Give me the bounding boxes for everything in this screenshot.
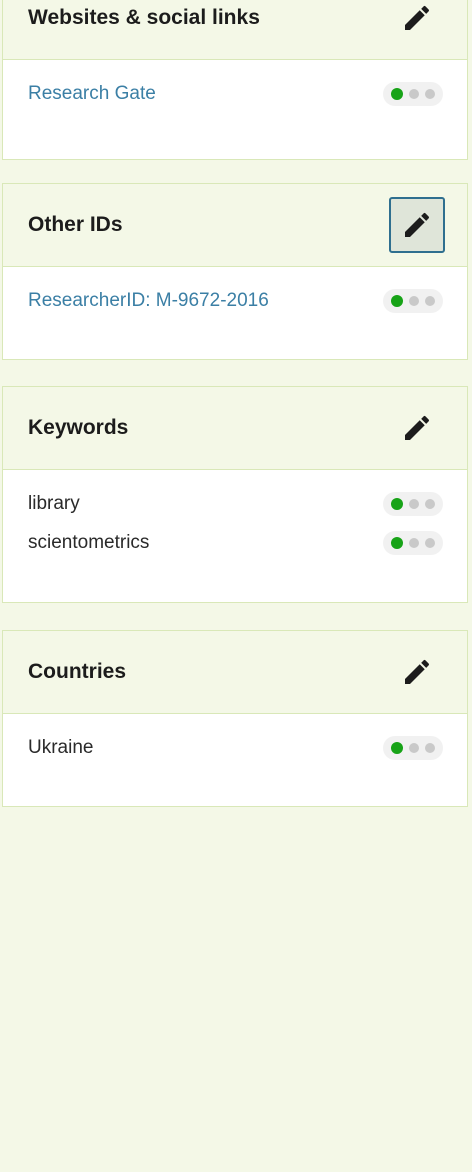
other-ids-panel-header: Other IDs (3, 184, 467, 267)
countries-panel-header: Countries (3, 631, 467, 714)
visibility-private-dot (425, 88, 435, 99)
visibility-public-dot (391, 87, 403, 100)
keywords-panel-header: Keywords (3, 387, 467, 470)
pencil-icon (405, 212, 430, 237)
keywords-panel: Keywords library scientometrics (2, 386, 468, 603)
list-item: scientometrics (28, 523, 443, 562)
edit-websites-button[interactable] (389, 0, 445, 46)
websites-panel-body: Research Gate (3, 60, 467, 131)
websites-panel: Websites & social links Research Gate (2, 0, 468, 160)
countries-panel-body: Ukraine (3, 714, 467, 785)
visibility-private-dot (425, 295, 435, 306)
edit-keywords-button[interactable] (389, 400, 445, 456)
other-ids-panel-title: Other IDs (28, 213, 123, 236)
list-item: library (28, 484, 443, 523)
visibility-public-dot (391, 741, 403, 754)
visibility-dots-icon[interactable] (383, 735, 443, 760)
country-ukraine: Ukraine (28, 736, 94, 758)
keywords-panel-title: Keywords (28, 416, 129, 439)
list-item: Research Gate (28, 74, 443, 113)
researcher-id-link[interactable]: ResearcherID: M-9672-2016 (28, 290, 269, 312)
visibility-public-dot (391, 536, 403, 549)
other-ids-panel: Other IDs ResearcherID: M-9672-2016 (2, 183, 468, 360)
keyword-library: library (28, 492, 80, 514)
websites-panel-title: Websites & social links (28, 6, 260, 29)
visibility-public-dot (391, 294, 403, 307)
pencil-icon (405, 415, 430, 440)
list-item: ResearcherID: M-9672-2016 (28, 281, 443, 320)
pencil-icon (405, 5, 430, 30)
visibility-dots-icon[interactable] (383, 288, 443, 313)
visibility-dots-icon[interactable] (383, 491, 443, 516)
countries-panel: Countries Ukraine (2, 630, 468, 807)
keywords-panel-body: library scientometrics (3, 470, 467, 580)
visibility-dots-icon[interactable] (383, 530, 443, 555)
visibility-limited-dot (409, 295, 419, 306)
visibility-private-dot (425, 498, 435, 509)
countries-panel-title: Countries (28, 660, 127, 683)
websites-panel-header: Websites & social links (3, 0, 467, 60)
edit-countries-button[interactable] (389, 644, 445, 700)
visibility-private-dot (425, 742, 435, 753)
other-ids-panel-body: ResearcherID: M-9672-2016 (3, 267, 467, 338)
keyword-scientometrics: scientometrics (28, 531, 150, 553)
list-item: Ukraine (28, 728, 443, 767)
visibility-limited-dot (409, 88, 419, 99)
pencil-icon (405, 659, 430, 684)
visibility-public-dot (391, 497, 403, 510)
visibility-limited-dot (409, 537, 419, 548)
visibility-dots-icon[interactable] (383, 81, 443, 106)
visibility-limited-dot (409, 742, 419, 753)
edit-other-ids-button[interactable] (389, 197, 445, 253)
research-gate-link[interactable]: Research Gate (28, 83, 156, 105)
visibility-limited-dot (409, 498, 419, 509)
visibility-private-dot (425, 537, 435, 548)
